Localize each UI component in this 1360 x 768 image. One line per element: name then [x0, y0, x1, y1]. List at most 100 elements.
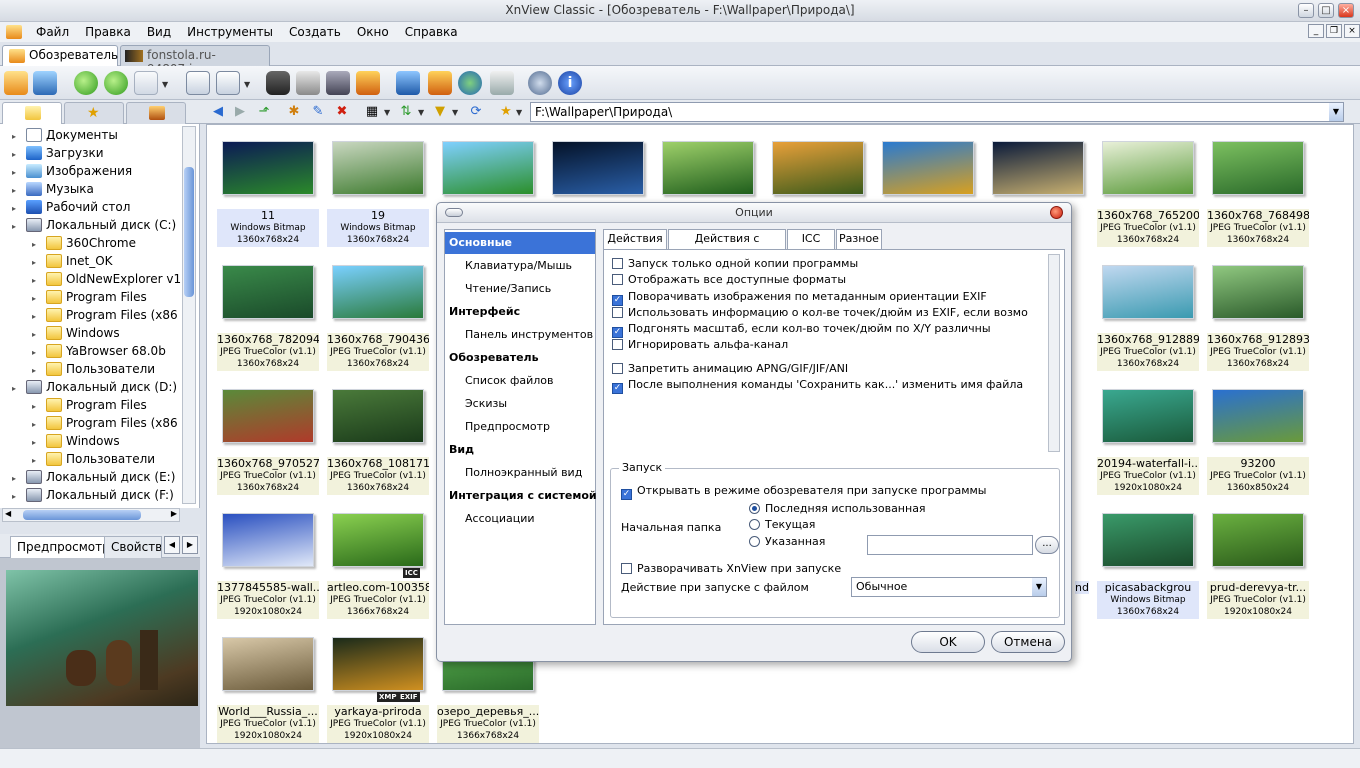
tree-item[interactable]: ▸ Локальный диск (C:): [12, 216, 176, 234]
menu-item[interactable]: Файл: [28, 25, 77, 39]
option-checkbox[interactable]: Запретить анимацию APNG/GIF/JIF/ANI: [612, 361, 848, 377]
menu-item[interactable]: Инструменты: [179, 25, 281, 39]
tree-item[interactable]: ▸ Музыка: [12, 180, 94, 198]
options-tab[interactable]: ICC: [787, 229, 835, 249]
chevron-down-icon[interactable]: ▼: [384, 108, 390, 117]
expand-arrow-icon[interactable]: ▸: [12, 128, 22, 146]
mdi-restore-button[interactable]: ❐: [1326, 24, 1342, 38]
option-checkbox[interactable]: ✓ Поворачивать изображения по метаданным …: [612, 289, 987, 306]
minimize-button[interactable]: –: [1298, 3, 1314, 18]
rename-icon[interactable]: ✎: [310, 104, 326, 120]
arrow-right-icon[interactable]: ▶: [171, 509, 177, 518]
tree-item[interactable]: ▸ Inet_OK: [32, 252, 113, 270]
convert-icon[interactable]: [356, 71, 380, 95]
binoculars-icon[interactable]: [266, 71, 290, 95]
tab-browser[interactable]: Обозреватель: [2, 45, 118, 66]
expand-arrow-icon[interactable]: ▸: [32, 290, 42, 308]
thumbnail-item[interactable]: 1360x768_768498...JPEG TrueColor (v1.1)1…: [1207, 141, 1309, 247]
tree-item[interactable]: ▸ Windows: [32, 432, 120, 450]
mdi-close-button[interactable]: ×: [1344, 24, 1360, 38]
expand-arrow-icon[interactable]: ▸: [32, 326, 42, 344]
tree-item[interactable]: ▸ Локальный диск (E:): [12, 468, 175, 486]
scanner-icon[interactable]: [326, 71, 350, 95]
tree-item[interactable]: ▸ Windows: [32, 324, 120, 342]
tab-categories[interactable]: [126, 102, 186, 124]
expand-arrow-icon[interactable]: ▸: [32, 236, 42, 254]
thumbnail-item[interactable]: 93200 JPEG TrueColor (v1.1) 1360x850x24: [1207, 389, 1309, 495]
expand-arrow-icon[interactable]: ▸: [32, 398, 42, 416]
category-item[interactable]: Вид: [445, 439, 595, 461]
category-item[interactable]: Предпросмотр: [445, 416, 595, 438]
options-tab[interactable]: Разное: [836, 229, 882, 249]
thumbnail-item[interactable]: 1360x768_970527...JPEG TrueColor (v1.1)1…: [217, 389, 319, 495]
favorite-star-icon[interactable]: ★: [498, 104, 514, 120]
tree-item[interactable]: ▸ Рабочий стол: [12, 198, 130, 216]
reload-icon[interactable]: [104, 71, 128, 95]
close-button[interactable]: ×: [1338, 3, 1354, 18]
thumbnail-item[interactable]: EXIF XMP yarkaya-priroda JPEG TrueColor (v1…: [327, 637, 429, 743]
capture-icon[interactable]: [396, 71, 420, 95]
category-item[interactable]: Основные: [445, 232, 595, 254]
expand-arrow-icon[interactable]: ▸: [32, 308, 42, 326]
tab-image-file[interactable]: fonstola.ru-94807.jpg: [120, 45, 270, 76]
thumbnail-item[interactable]: 20194-waterfall-i... JPEG TrueColor (v1.1…: [1097, 389, 1199, 495]
app-menu-icon[interactable]: [0, 25, 28, 39]
info-icon[interactable]: i: [558, 71, 582, 95]
new-folder-icon[interactable]: ✱: [286, 104, 302, 120]
option-checkbox[interactable]: Игнорировать альфа-канал: [612, 337, 788, 353]
slideshow-icon[interactable]: [428, 71, 452, 95]
thumbnail-item[interactable]: 1360x768_108171...JPEG TrueColor (v1.1)1…: [327, 389, 429, 495]
options-scrollbar[interactable]: [1048, 254, 1060, 452]
mdi-minimize-button[interactable]: _: [1308, 24, 1324, 38]
sort-icon[interactable]: ⇅: [398, 104, 414, 120]
thumbnail-item[interactable]: 1360x768_912889...JPEG TrueColor (v1.1)1…: [1097, 265, 1199, 371]
tree-item[interactable]: ▸ Program Files: [32, 396, 147, 414]
menu-item[interactable]: Вид: [139, 25, 179, 39]
thumbnail-item[interactable]: picasabackgrou Windows Bitmap 1360x768x24: [1097, 513, 1199, 619]
category-item[interactable]: Эскизы: [445, 393, 595, 415]
tree-item[interactable]: ▸ Загрузки: [12, 144, 104, 162]
delete-icon[interactable]: ✖: [334, 104, 350, 120]
menu-item[interactable]: Правка: [77, 25, 139, 39]
expand-arrow-icon[interactable]: ▸: [32, 434, 42, 452]
tree-horizontal-scrollbar[interactable]: ◀ ▶: [2, 508, 180, 522]
view-mode-icon[interactable]: ▦: [364, 104, 380, 120]
tab-scroll-right-icon[interactable]: ▶: [182, 536, 198, 554]
thumbnail-item[interactable]: 1360x768_765200...JPEG TrueColor (v1.1)1…: [1097, 141, 1199, 247]
arrow-left-icon[interactable]: ◀: [5, 509, 11, 518]
radio-specified[interactable]: Указанная: [749, 534, 825, 550]
print-icon[interactable]: [296, 71, 320, 95]
tree-item[interactable]: ▸ Локальный диск (D:): [12, 378, 177, 396]
category-item[interactable]: Интерфейс: [445, 301, 595, 323]
chevron-down-icon[interactable]: ▼: [452, 108, 458, 117]
expand-arrow-icon[interactable]: ▸: [12, 182, 22, 200]
expand-arrow-icon[interactable]: ▸: [32, 416, 42, 434]
browser-icon[interactable]: [4, 71, 28, 95]
tree-item[interactable]: ▸ Program Files (x86: [32, 306, 178, 324]
thumbnail-item[interactable]: prud-derevya-tr... JPEG TrueColor (v1.1) 1…: [1207, 513, 1309, 619]
menu-item[interactable]: Окно: [349, 25, 397, 39]
copy-icon[interactable]: [216, 71, 240, 95]
tree-item[interactable]: ▸ Изображения: [12, 162, 132, 180]
forward-icon[interactable]: ▶: [232, 104, 248, 120]
tree-scrollbar[interactable]: [182, 126, 196, 504]
expand-arrow-icon[interactable]: ▸: [12, 200, 22, 218]
sync-icon[interactable]: ⟳: [468, 104, 484, 120]
category-item[interactable]: Обозреватель: [445, 347, 595, 369]
thumbnail-item[interactable]: 1360x768_912893...JPEG TrueColor (v1.1)1…: [1207, 265, 1309, 371]
tree-item[interactable]: ▸ Program Files (x86: [32, 414, 178, 432]
chevron-down-icon[interactable]: ▼: [1032, 578, 1046, 596]
expand-arrow-icon[interactable]: ▸: [12, 470, 22, 488]
tab-properties[interactable]: Свойства: [104, 536, 162, 558]
tree-item[interactable]: ▸ Пользователи: [32, 450, 155, 468]
thumbnail-item[interactable]: 1360x768_782094...JPEG TrueColor (v1.1)1…: [217, 265, 319, 371]
address-input[interactable]: F:\Wallpaper\Природа\ ▼: [530, 102, 1344, 122]
chevron-down-icon[interactable]: ▼: [418, 108, 424, 117]
expand-arrow-icon[interactable]: ▸: [12, 164, 22, 182]
chevron-down-icon[interactable]: ▼: [162, 80, 168, 89]
web-icon[interactable]: [458, 71, 482, 95]
option-checkbox[interactable]: ✓ Подгонять масштаб, если кол-во точек/дю…: [612, 321, 991, 338]
tab-scroll-left-icon[interactable]: ◀: [164, 536, 180, 554]
radio-last-used[interactable]: Последняя использованная: [749, 501, 926, 517]
thumbnail-item[interactable]: ICC artleo.com-100358 JPEG TrueColor (v1.1…: [327, 513, 429, 619]
